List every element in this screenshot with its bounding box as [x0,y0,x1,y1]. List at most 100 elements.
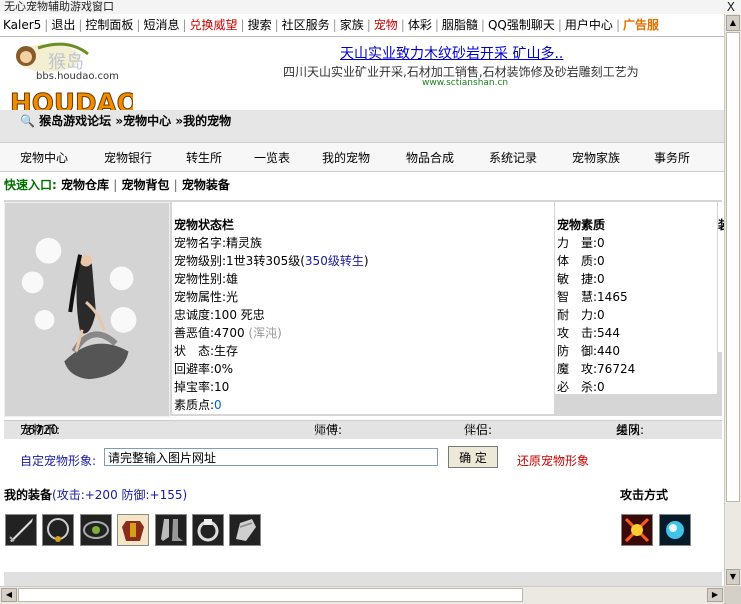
bottom-divider [4,572,722,586]
browser-window: 无心宠物辅助游戏窗口 X Kaler5 | 退出 | 控制面板 | 短消息 | 兑换威望 | 搜索 |… [0,0,741,604]
status-points: 素质点:0 [174,398,222,412]
armor-icon[interactable] [117,514,149,546]
custom-image-row: 自定宠物形象: 确 定 还原宠物形象 [0,444,724,474]
menu-item-craft[interactable]: 物品合成 [406,149,454,166]
quality-row: 敏 捷:0 [557,272,605,286]
quality-row: 攻 击:544 [557,326,620,340]
quick-link-backpack[interactable]: 宠物背包 [121,178,169,192]
ring-icon[interactable] [192,514,224,546]
sword-icon[interactable] [5,514,37,546]
menu-pet-center[interactable]: 宠物中心 [20,149,68,166]
quality-title: 宠物素质 [557,218,606,232]
ad-url[interactable]: www.sctianshan.cn [422,78,508,88]
quality-row: 必 杀:0 [557,380,605,394]
scroll-right-icon[interactable]: ▶ [707,588,723,602]
confirm-button[interactable]: 确 定 [448,446,498,468]
quality-row: 防 御:440 [557,344,620,358]
quick-separator: | [113,178,118,192]
menu-overview[interactable]: 一览表 [254,149,290,166]
scroll-corner [724,586,741,603]
quick-link-warehouse[interactable]: 宠物仓库 [61,178,109,192]
ad-headline-link[interactable]: 天山实业致力木纹砂岩开采 矿山多.. [340,43,563,63]
pet-quality-panel: 宠物素质 力 量:0 体 质:0 敏 捷:0 智 慧:1465 耐 力:0 攻 击:544… [555,202,717,394]
nav-item[interactable]: 体彩 [405,14,435,36]
menu-rebirth[interactable]: 转生所 [186,149,222,166]
restore-image-link[interactable]: 还原宠物形象 [517,452,589,469]
watermark: 猴岛 [48,52,84,73]
amulet-icon[interactable] [80,514,112,546]
status-dodge: 回避率:0% [174,362,234,376]
custom-image-label: 自定宠物形象: [20,454,97,468]
necklace-icon[interactable] [42,514,74,546]
title-bar: 无心宠物辅助游戏窗口 X [0,0,741,14]
quick-entry: 快速入口: 宠物仓库 | 宠物背包 | 宠物装备 [4,176,230,193]
menu-office[interactable]: 事务所 [654,149,690,166]
scroll-up-icon[interactable]: ▲ [726,15,740,31]
status-attribute: 宠物属性:光 [174,290,239,304]
menu-my-pet[interactable]: 我的宠物 [322,149,370,166]
breadcrumb-separator: » [115,114,124,128]
nav-item[interactable]: 兑换威望 [187,14,241,36]
quality-row: 力 量:0 [557,236,605,250]
breadcrumb: 🔍 猴岛游戏论坛 »宠物中心 »我的宠物 [0,110,724,142]
menu-pet-bank[interactable]: 宠物银行 [104,149,152,166]
quick-separator: | [173,178,178,192]
breadcrumb-my-pet: 我的宠物 [183,114,232,128]
nav-item[interactable]: Kaler5 [0,14,44,36]
page-content: Kaler5 | 退出 | 控制面板 | 短消息 | 兑换威望 | 搜索 | 社区服务 | 家族 | 宠物 | 体彩… [0,14,724,586]
vertical-scroll-thumb[interactable] [726,32,740,502]
nav-item[interactable]: 退出 [48,14,78,36]
vertical-scrollbar[interactable]: ▲ ▼ [724,14,741,586]
quality-row: 体 质:0 [557,254,605,268]
nav-item[interactable]: 胭脂髓 [439,14,481,36]
status-title: 宠物状态栏 [174,218,235,232]
status-name: 宠物名字:精灵族 [174,236,263,250]
status-state: 状 态:生存 [174,344,239,358]
window-title: 无心宠物辅助游戏窗口 [4,0,114,13]
fire-slash-icon[interactable] [621,514,653,546]
menu-system-log[interactable]: 系统记录 [489,149,537,166]
quality-row: 耐 力:0 [557,308,605,322]
nav-item[interactable]: 短消息 [140,14,182,36]
pet-portrait [4,202,170,417]
nav-item[interactable]: QQ强制聊天 [485,14,558,36]
quality-row: 魔 攻:76724 [557,362,636,376]
gauntlet-icon[interactable] [229,514,261,546]
pet-info-bar: 宠物币: 76720 师傅: 无 伴侣: 无 组队: 关闭 [4,420,722,439]
top-nav: Kaler5 | 退出 | 控制面板 | 短消息 | 兑换威望 | 搜索 | 社区服务 | 家族 | 宠物 | 体彩… [0,14,724,37]
breadcrumb-separator: » [175,114,184,128]
attack-mode-title: 攻击方式 [620,488,669,502]
horizontal-scroll-thumb[interactable] [18,588,523,602]
ice-orb-icon[interactable] [659,514,691,546]
image-url-input[interactable] [104,448,438,466]
status-loyalty: 忠诚度:100 死忠 [174,308,265,322]
rebirth-link[interactable]: 350级转生 [305,254,364,268]
boots-icon[interactable] [155,514,187,546]
close-icon[interactable]: X [727,0,735,14]
search-icon: 🔍 [20,114,35,128]
quality-row: 智 慧:1465 [557,290,628,304]
equipment-title: 我的装备(攻击:+200 防御:+155) [4,488,188,502]
breadcrumb-forum[interactable]: 猴岛游戏论坛 [39,114,111,128]
scroll-left-icon[interactable]: ◀ [1,588,17,602]
status-drop-rate: 掉宝率:10 [174,380,230,394]
nav-item[interactable]: 搜索 [245,14,275,36]
status-gender: 宠物性别:雄 [174,272,239,286]
nav-item[interactable]: 用户中心 [562,14,616,36]
pet-menu-bar: 宠物中心 宠物银行 转生所 一览表 我的宠物 物品合成 系统记录 宠物家族 事务… [0,142,724,172]
houdao-logo[interactable]: HOUDAO bbs.houdao.com 猴岛 [8,40,133,118]
quick-link-equipment[interactable]: 宠物装备 [182,178,230,192]
nav-item[interactable]: 社区服务 [279,14,333,36]
nav-item[interactable]: 控制面板 [82,14,136,36]
quick-entry-label: 快速入口: [4,178,57,192]
breadcrumb-pet-center[interactable]: 宠物中心 [123,114,171,128]
status-karma: 善恶值:4700 (浑沌) [174,326,282,340]
status-level: 宠物级别:1世3转305级(350级转生) [174,254,369,268]
nav-item[interactable]: 宠物 [371,14,401,36]
scroll-down-icon[interactable]: ▼ [726,569,740,585]
pet-status-panel: 宠物状态栏 宠物名字:精灵族 宠物级别:1世3转305级(350级转生) 宠物性… [172,202,554,414]
horizontal-scrollbar[interactable]: ◀ ▶ [0,586,724,604]
nav-item[interactable]: 广告服 [620,14,662,36]
menu-pet-family[interactable]: 宠物家族 [572,149,620,166]
nav-item[interactable]: 家族 [337,14,367,36]
